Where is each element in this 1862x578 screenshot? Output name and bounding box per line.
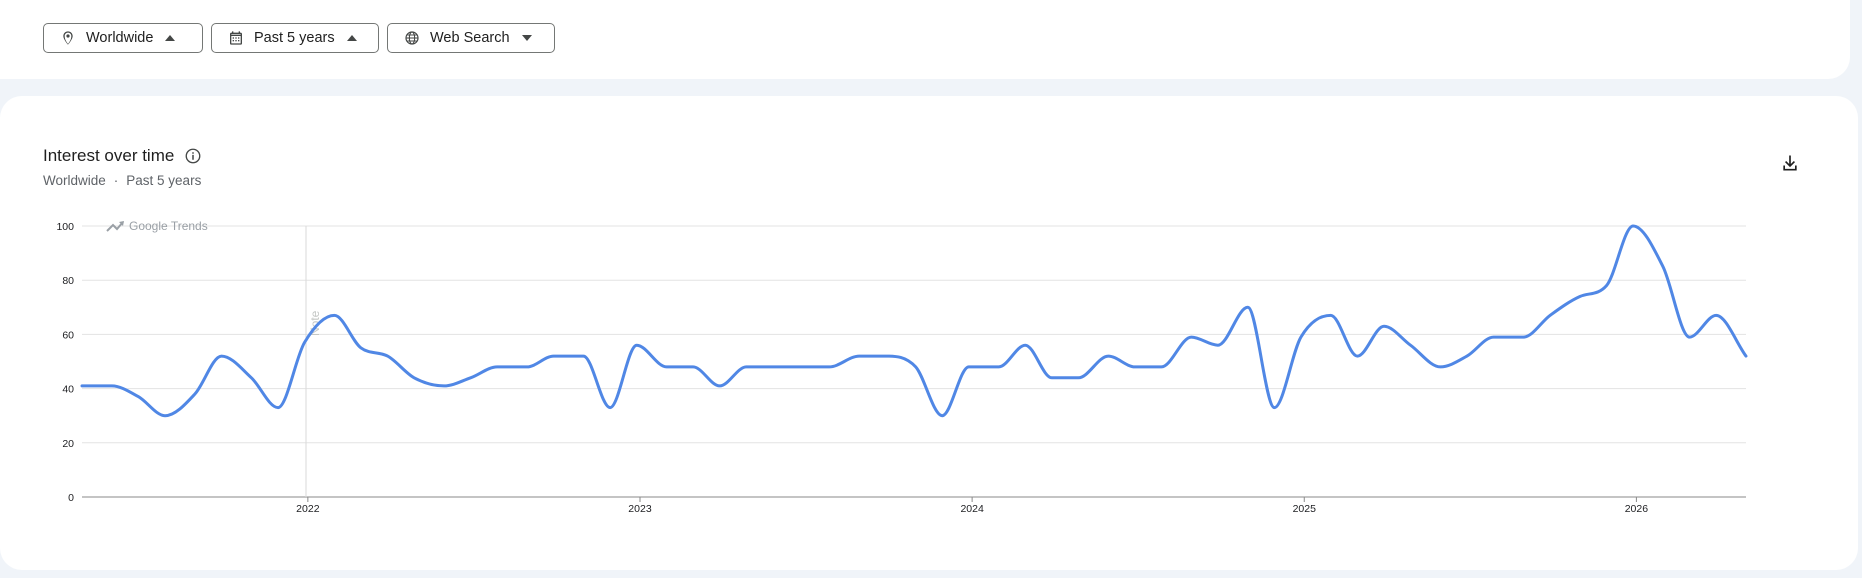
watermark-label: Google Trends	[129, 219, 208, 233]
search-type-filter-button[interactable]: Web Search	[387, 23, 555, 53]
caret-down-icon	[521, 35, 532, 41]
time-range-filter-label: Past 5 years	[254, 30, 335, 46]
x-tick-label: 2025	[1293, 503, 1317, 515]
y-tick-label: 40	[62, 384, 74, 396]
x-axis-ticks: 2022 2023 2024 2025 2026	[296, 497, 1648, 515]
filter-chips: Worldwide Past 5 years Web Search	[43, 23, 555, 53]
caret-up-icon	[165, 35, 176, 41]
time-range-filter-button[interactable]: Past 5 years	[211, 23, 379, 53]
y-tick-label: 80	[62, 275, 74, 287]
search-type-filter-label: Web Search	[430, 30, 510, 46]
y-tick-label: 20	[62, 438, 74, 450]
y-tick-label: 0	[68, 492, 74, 504]
location-filter-label: Worldwide	[86, 30, 154, 46]
y-tick-label: 60	[62, 329, 74, 341]
scrollbar-track[interactable]	[1858, 0, 1862, 578]
series-line	[80, 224, 1748, 418]
x-tick-label: 2022	[296, 503, 320, 515]
location-filter-button[interactable]: Worldwide	[43, 23, 203, 53]
calendar-icon	[230, 31, 242, 45]
chart-grid	[82, 225, 1746, 498]
interest-line-chart: Note Google Trends 0 20 40 60 80 100 2022 2023…	[56, 219, 1748, 515]
y-axis-ticks: 0 20 40 60 80 100	[56, 221, 74, 504]
x-tick-label: 2024	[960, 503, 984, 515]
note-marker: Note	[305, 226, 322, 497]
y-tick-label: 100	[56, 221, 74, 233]
globe-icon	[405, 31, 419, 45]
location-pin-icon	[63, 31, 73, 45]
filter-bar: Worldwide Past 5 years Web Search	[0, 0, 1850, 79]
interest-over-time-card: Interest over time Worldwide · Past 5 year…	[0, 96, 1858, 570]
caret-up-icon	[346, 35, 357, 41]
x-tick-label: 2026	[1625, 503, 1649, 515]
x-tick-label: 2023	[628, 503, 652, 515]
